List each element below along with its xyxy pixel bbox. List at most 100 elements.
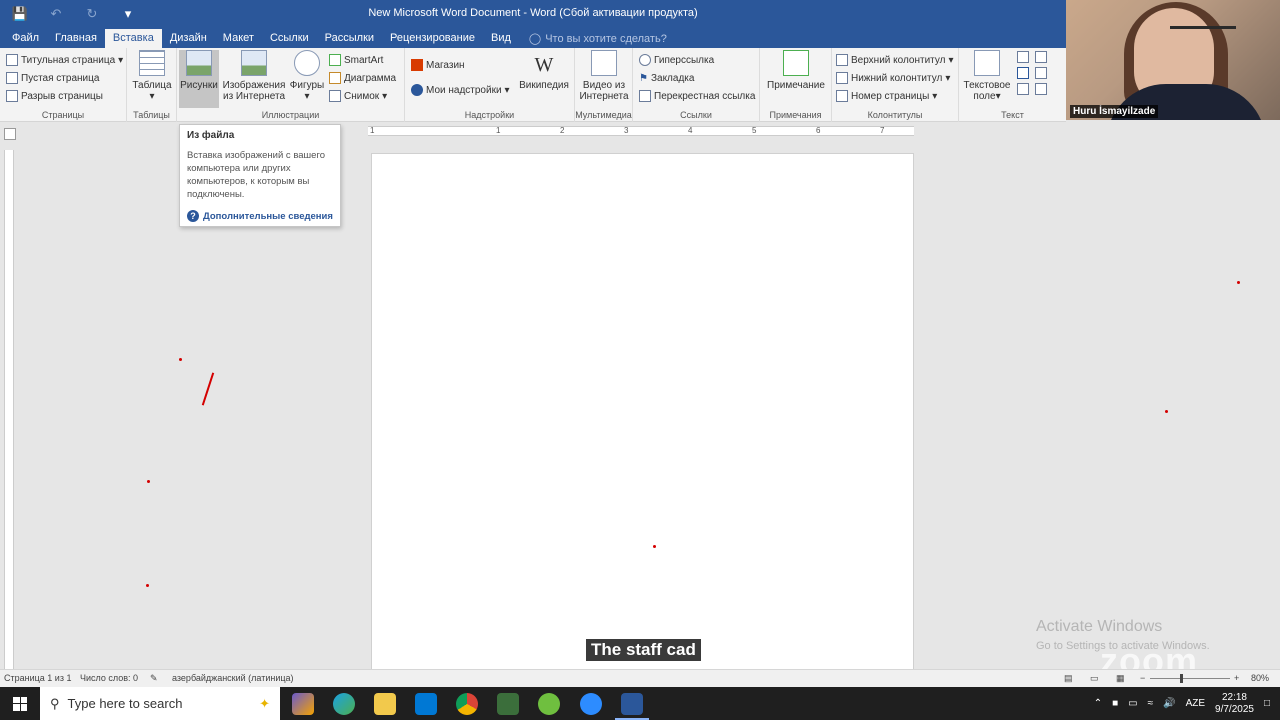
- my-addins-button[interactable]: Мои надстройки ▾: [411, 81, 510, 99]
- bookmark-button[interactable]: ⚑ Закладка: [639, 69, 755, 87]
- signature-line-icon[interactable]: [1035, 51, 1047, 63]
- annotation-dot: [146, 584, 149, 587]
- pictures-button[interactable]: Рисунки: [179, 50, 219, 108]
- edge-icon[interactable]: [333, 693, 355, 715]
- cover-page-button[interactable]: Титульная страница ▾: [6, 51, 123, 69]
- page-count[interactable]: Страница 1 из 1: [4, 673, 71, 683]
- subtitle-caption: The staff cad: [586, 639, 701, 661]
- zoom-app-icon[interactable]: [580, 693, 602, 715]
- word-count[interactable]: Число слов: 0: [80, 673, 138, 683]
- chrome-icon[interactable]: [456, 693, 478, 715]
- tab-home[interactable]: Главная: [47, 29, 105, 48]
- zoom-out-icon[interactable]: −: [1140, 673, 1145, 683]
- date-time-icon[interactable]: [1035, 67, 1047, 79]
- screenshot-button[interactable]: Снимок ▾: [329, 87, 396, 105]
- wordart-icon[interactable]: [1017, 67, 1029, 79]
- tab-mailings[interactable]: Рассылки: [317, 29, 382, 48]
- chart-button[interactable]: Диаграмма: [329, 69, 396, 87]
- tell-me-box[interactable]: ◯ Что вы хотите сделать?: [519, 29, 667, 48]
- group-label-pages: Страницы: [41, 110, 85, 120]
- footer-button[interactable]: Нижний колонтитул ▾: [836, 69, 954, 87]
- chart-icon: [329, 72, 341, 84]
- vertical-ruler[interactable]: [4, 150, 14, 670]
- zoom-in-icon[interactable]: +: [1234, 673, 1239, 683]
- picture-icon: [186, 50, 212, 76]
- header-icon: [836, 54, 848, 66]
- blank-page-icon: [6, 72, 18, 84]
- smartart-button[interactable]: SmartArt: [329, 51, 396, 69]
- taskbar-search[interactable]: ⚲ Type here to search ✦: [40, 687, 280, 720]
- comment-button[interactable]: Примечание: [764, 50, 828, 91]
- document-page[interactable]: [371, 153, 914, 673]
- volume-icon[interactable]: 🔊: [1163, 698, 1175, 709]
- zoom-slider-thumb[interactable]: [1180, 674, 1183, 683]
- print-layout-icon[interactable]: ▭: [1090, 673, 1099, 684]
- annotation-dot: [147, 480, 150, 483]
- tab-references[interactable]: Ссылки: [262, 29, 317, 48]
- group-label-header-footer: Колонтитулы: [867, 110, 923, 120]
- store-button[interactable]: Магазин: [411, 56, 465, 74]
- dropdown-icon: ▾: [382, 90, 388, 102]
- tray-app-icon[interactable]: ■: [1112, 698, 1118, 709]
- store-icon: [411, 59, 423, 71]
- tab-insert[interactable]: Вставка: [104, 29, 162, 48]
- group-media: Видео из Интернета Мультимедиа: [575, 48, 633, 122]
- calculator-icon[interactable]: [497, 693, 519, 715]
- group-label-tables: Таблицы: [133, 110, 170, 120]
- store-icon[interactable]: [415, 693, 437, 715]
- file-explorer-icon[interactable]: [374, 693, 396, 715]
- copilot-icon[interactable]: [292, 693, 314, 715]
- lightbulb-icon: ◯: [528, 32, 542, 45]
- read-mode-icon[interactable]: ▤: [1064, 673, 1073, 684]
- start-button[interactable]: [0, 687, 40, 720]
- page-break-icon: [6, 90, 18, 102]
- tab-design[interactable]: Дизайн: [162, 29, 215, 48]
- clock[interactable]: 22:18 9/7/2025: [1215, 692, 1254, 716]
- tooltip-title: Из файла: [187, 130, 235, 141]
- tab-layout[interactable]: Макет: [215, 29, 262, 48]
- object-icon[interactable]: [1035, 83, 1047, 95]
- online-pictures-button[interactable]: Изображения из Интернета: [221, 50, 287, 102]
- cross-reference-button[interactable]: Перекрестная ссылка: [639, 87, 755, 105]
- word-app-icon[interactable]: [621, 693, 643, 715]
- tooltip-more-info-link[interactable]: ? Дополнительные сведения: [187, 210, 333, 222]
- tab-selector[interactable]: [4, 128, 16, 140]
- hyperlink-button[interactable]: Гиперссылка: [639, 51, 755, 69]
- annotation-dot: [653, 545, 656, 548]
- dropdown-icon: ▾: [948, 54, 954, 66]
- quick-parts-icon[interactable]: [1017, 51, 1029, 63]
- dropdown-icon: ▾: [304, 91, 310, 102]
- utorrent-icon[interactable]: [538, 693, 560, 715]
- group-label-illustrations: Иллюстрации: [261, 110, 320, 120]
- tab-review[interactable]: Рецензирование: [382, 29, 483, 48]
- shapes-button[interactable]: Фигуры ▾: [288, 50, 326, 102]
- dropdown-icon: ▾: [118, 54, 124, 66]
- chevron-up-icon[interactable]: ⌃: [1094, 698, 1102, 709]
- proofing-icon[interactable]: ✎: [150, 673, 158, 684]
- blank-page-button[interactable]: Пустая страница: [6, 69, 123, 87]
- page-break-button[interactable]: Разрыв страницы: [6, 87, 123, 105]
- zoom-level[interactable]: 80%: [1251, 673, 1269, 683]
- wikipedia-button[interactable]: W Википедия: [515, 50, 573, 91]
- online-video-button[interactable]: Видео из Интернета: [577, 50, 631, 102]
- pictures-tooltip: Из файла Вставка изображений с вашего ко…: [179, 124, 341, 227]
- language-indicator-tray[interactable]: AZE: [1186, 698, 1205, 709]
- textbox-button[interactable]: Текстовое поле▾: [961, 50, 1013, 102]
- zoom-slider[interactable]: [1150, 678, 1230, 679]
- group-label-comments: Примечания: [769, 110, 822, 120]
- tab-view[interactable]: Вид: [483, 29, 519, 48]
- help-icon: ?: [187, 210, 199, 222]
- battery-icon[interactable]: ▭: [1128, 698, 1137, 709]
- webcam-name-label: Huru İsmayilzade: [1070, 105, 1159, 118]
- wifi-icon[interactable]: ≈: [1148, 698, 1154, 709]
- header-button[interactable]: Верхний колонтитул ▾: [836, 51, 954, 69]
- tab-file[interactable]: Файл: [4, 29, 47, 48]
- web-layout-icon[interactable]: ▦: [1116, 673, 1125, 684]
- horizontal-ruler[interactable]: 1 1 2 3 4 5 6 7: [368, 126, 914, 136]
- table-button[interactable]: Таблица ▾: [131, 50, 173, 102]
- notification-icon[interactable]: □: [1264, 698, 1270, 709]
- drop-cap-icon[interactable]: [1017, 83, 1029, 95]
- language-indicator[interactable]: азербайджанский (латиница): [172, 673, 294, 683]
- wikipedia-icon: W: [534, 54, 554, 76]
- page-number-button[interactable]: Номер страницы ▾: [836, 87, 954, 105]
